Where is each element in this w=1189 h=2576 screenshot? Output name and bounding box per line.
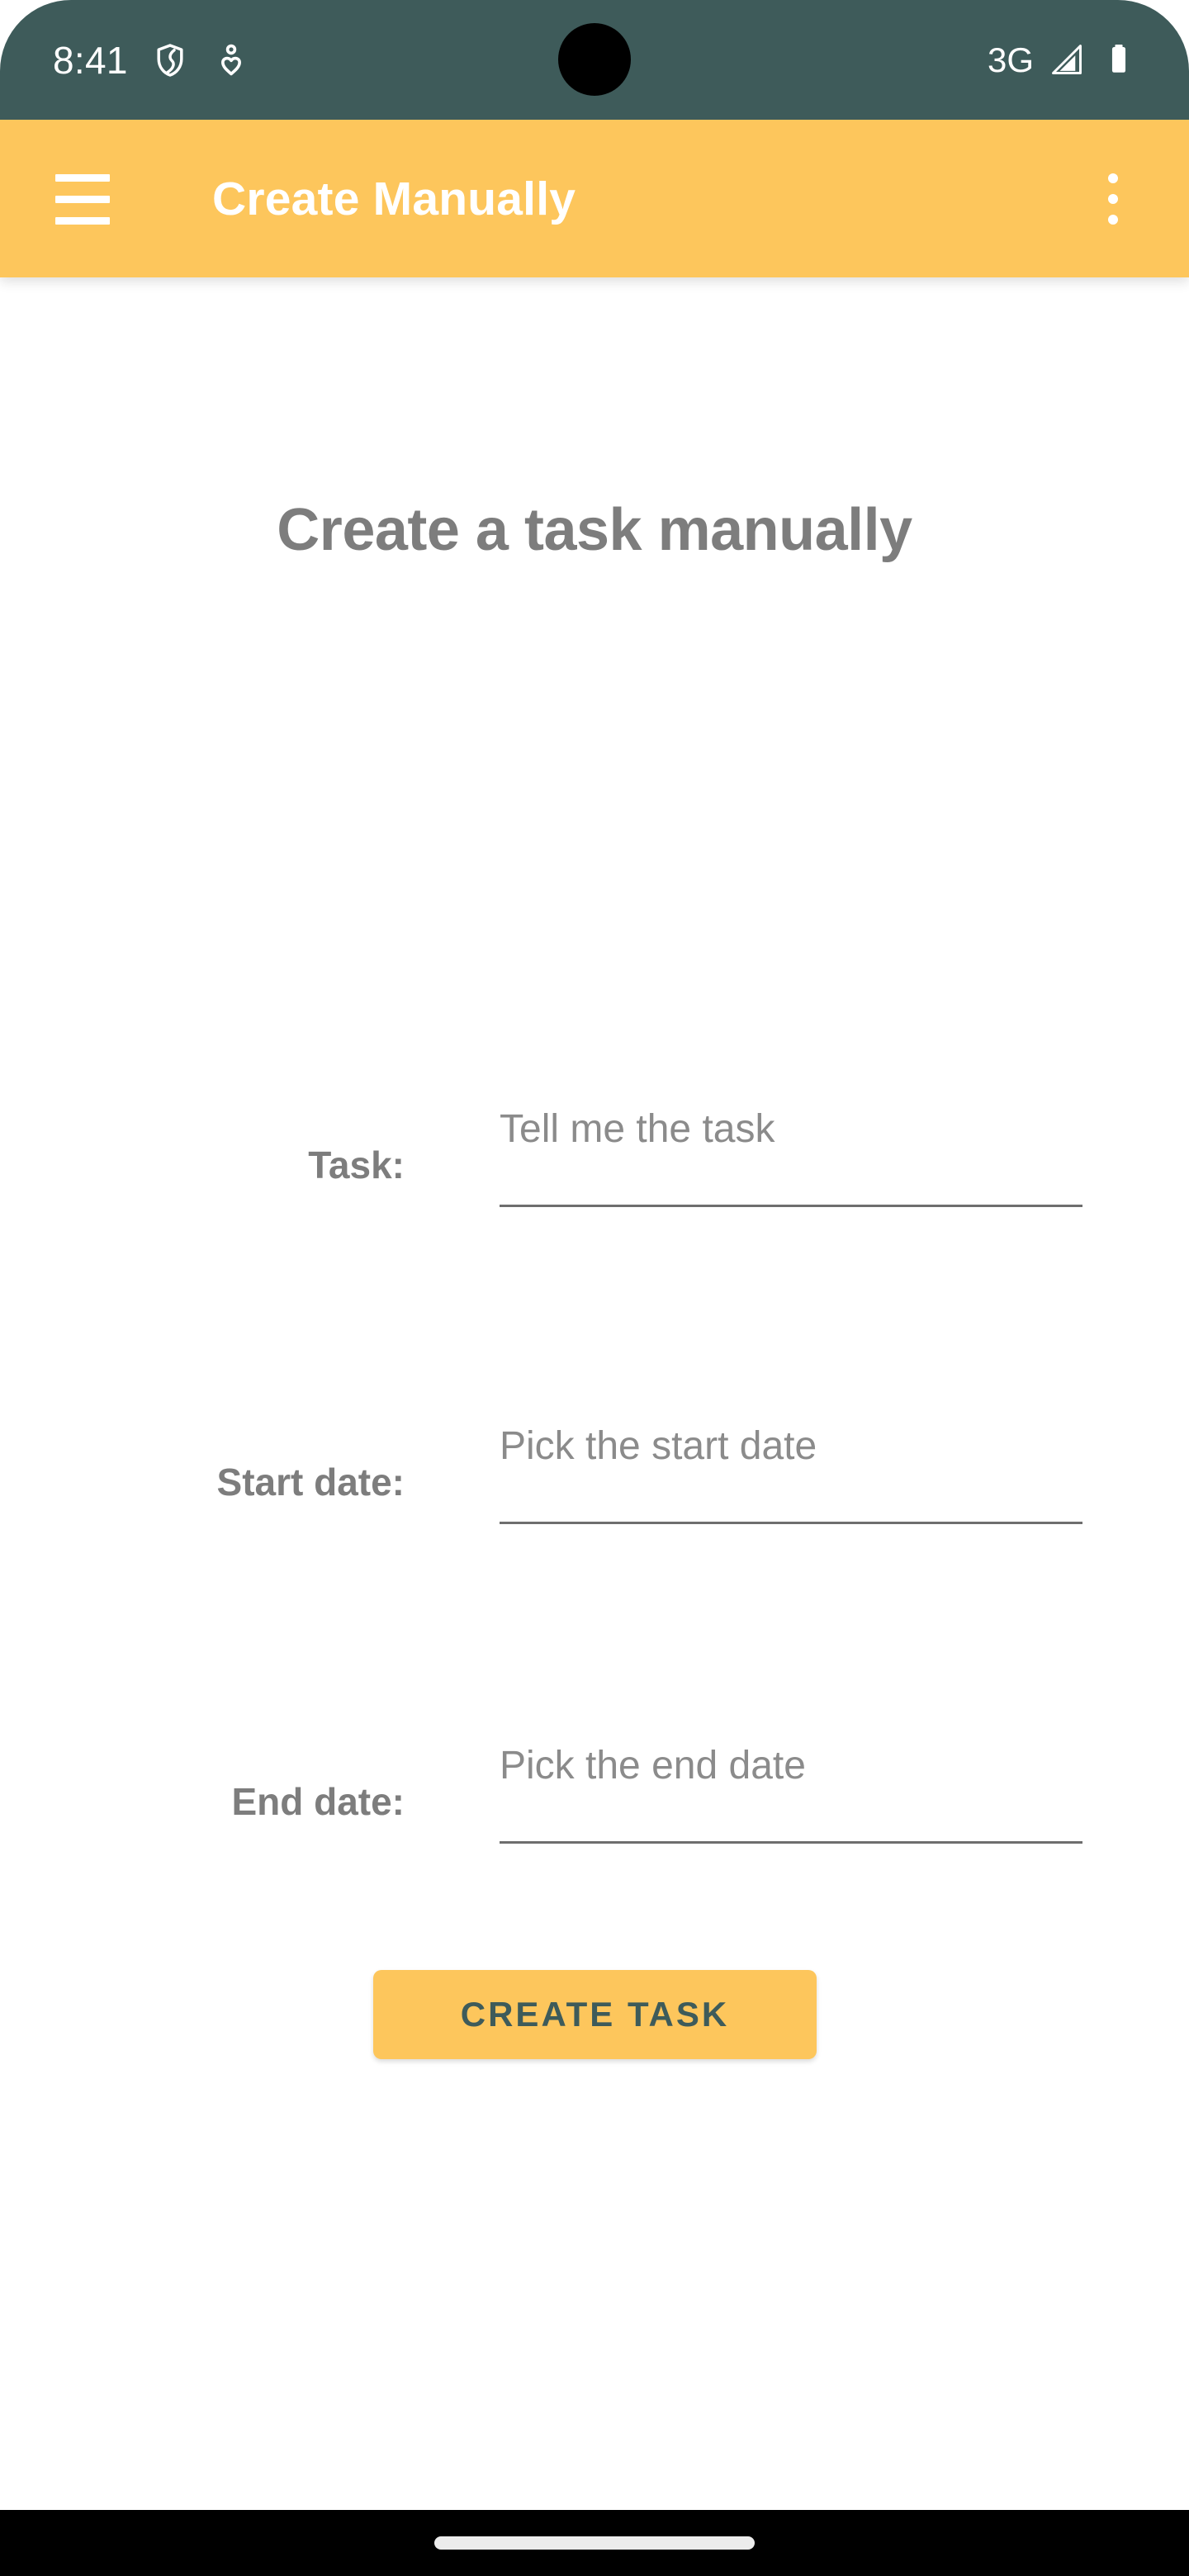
person-heart-icon (212, 41, 250, 79)
menu-bar-2 (55, 195, 110, 203)
shield-vpn-icon (151, 41, 189, 79)
signal-bars-icon (1049, 41, 1087, 79)
battery-full-icon (1101, 41, 1139, 79)
start-date-input-underline (500, 1522, 1082, 1524)
menu-bar-3 (55, 216, 110, 225)
hamburger-menu-icon[interactable] (33, 159, 132, 239)
overflow-dot-2 (1108, 194, 1118, 204)
task-input-underline (500, 1205, 1082, 1207)
start-date-input-placeholder: Pick the start date (500, 1424, 817, 1468)
task-input[interactable]: Tell me the task (500, 1100, 1082, 1207)
form-row-end-date: End date: Pick the end date (0, 1736, 1189, 1844)
main-content: Create a task manually Task: Tell me the… (0, 277, 1189, 2510)
menu-bar-1 (55, 173, 110, 182)
phone-screen: 8:41 3G Create Manually Create a task ma… (0, 0, 1189, 2576)
start-date-input[interactable]: Pick the start date (500, 1417, 1082, 1524)
system-navigation-bar (0, 2510, 1189, 2576)
more-vert-icon[interactable] (1073, 159, 1153, 239)
camera-cutout (558, 23, 631, 96)
task-input-placeholder: Tell me the task (500, 1107, 775, 1151)
status-bar-left-group: 8:41 (53, 0, 250, 120)
form-row-task: Task: Tell me the task (0, 1100, 1189, 1207)
end-date-field-label: End date: (231, 1780, 405, 1823)
form-row-start-date: Start date: Pick the start date (0, 1417, 1189, 1524)
overflow-dot-1 (1108, 173, 1118, 183)
home-gesture-pill[interactable] (434, 2536, 755, 2550)
end-date-input[interactable]: Pick the end date (500, 1736, 1082, 1844)
start-date-field-label: Start date: (216, 1461, 405, 1503)
app-bar-title: Create Manually (212, 172, 576, 225)
task-field-label: Task: (308, 1144, 405, 1186)
create-task-button[interactable]: CREATE TASK (373, 1970, 817, 2059)
overflow-dot-3 (1108, 215, 1118, 225)
end-date-input-placeholder: Pick the end date (500, 1744, 806, 1788)
page-title: Create a task manually (277, 497, 912, 563)
app-bar: Create Manually (0, 120, 1189, 277)
end-date-input-underline (500, 1841, 1082, 1844)
network-type-label: 3G (987, 40, 1034, 79)
status-bar-right-group: 3G (988, 0, 1139, 120)
status-time: 8:41 (53, 38, 128, 82)
